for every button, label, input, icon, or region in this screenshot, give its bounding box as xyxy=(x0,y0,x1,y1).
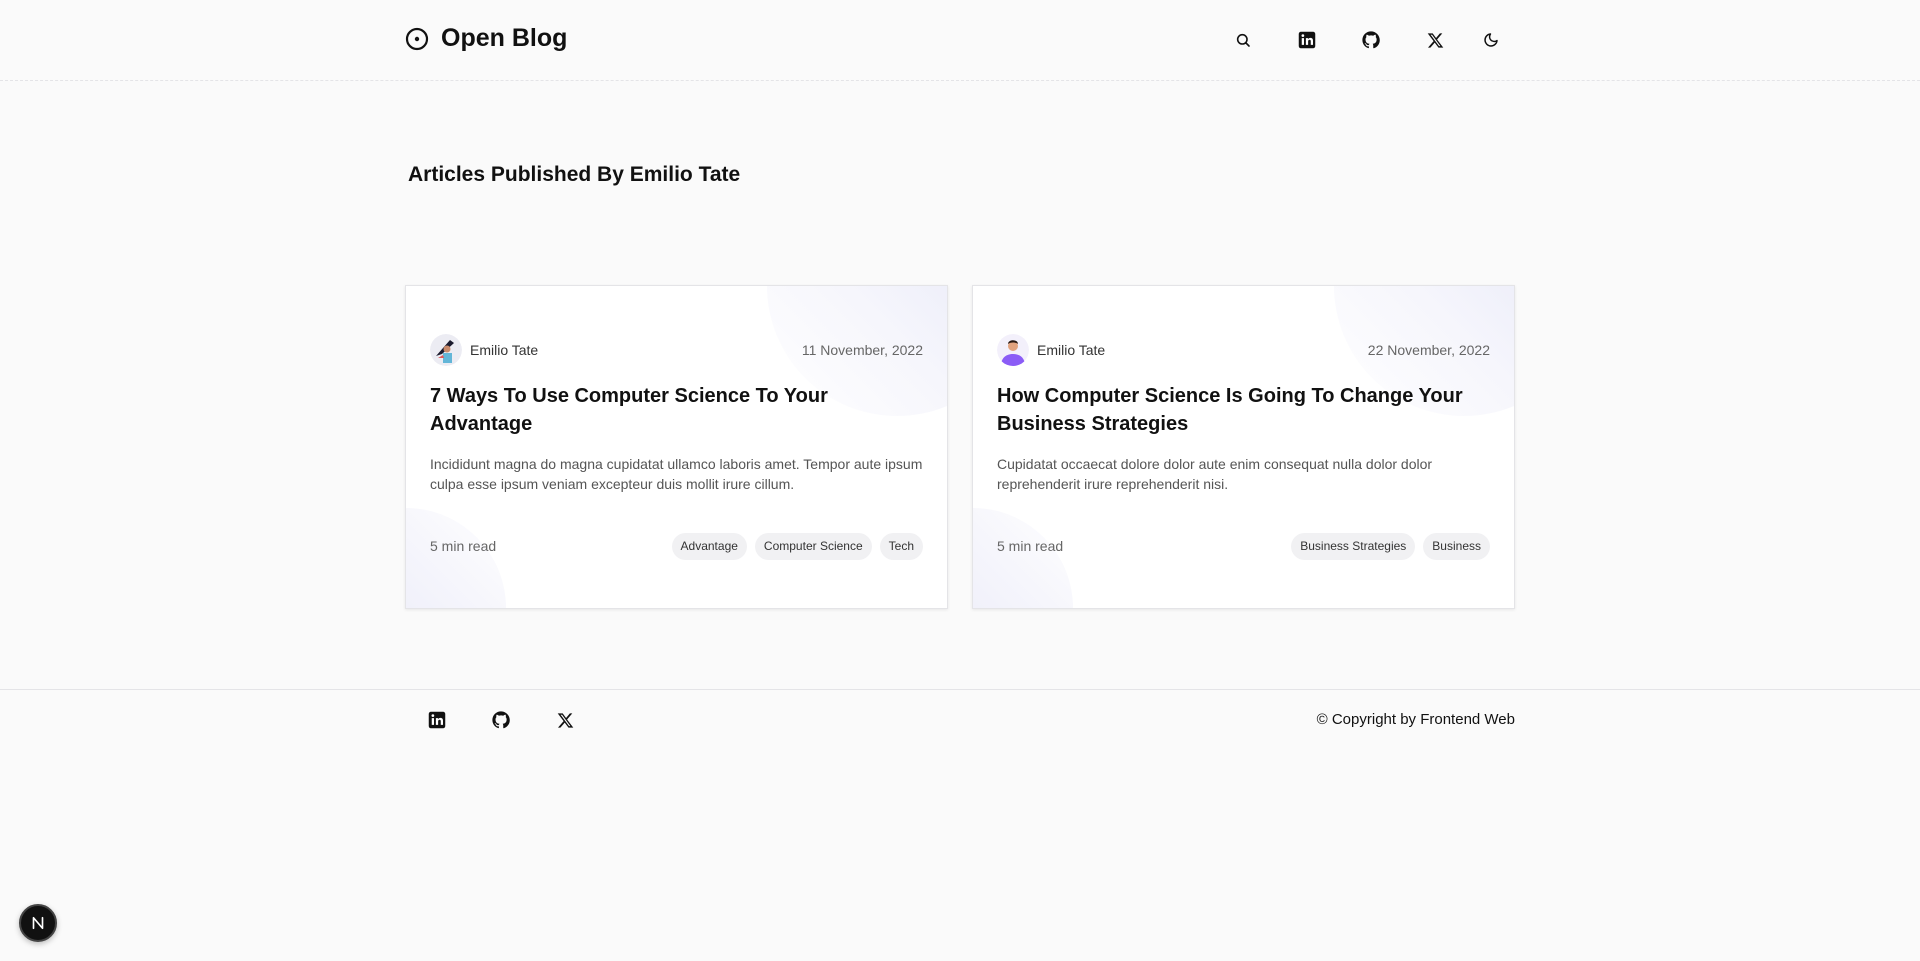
github-icon[interactable] xyxy=(1357,26,1385,54)
article-title[interactable]: How Computer Science Is Going To Change … xyxy=(997,382,1490,438)
article-card[interactable]: Emilio Tate 22 November, 2022 How Comput… xyxy=(972,285,1515,609)
article-card[interactable]: Emilio Tate 11 November, 2022 7 Ways To … xyxy=(405,285,948,609)
read-time: 5 min read xyxy=(997,538,1064,554)
x-icon[interactable] xyxy=(551,706,579,734)
header-actions xyxy=(0,26,1920,54)
tag[interactable]: Business xyxy=(1423,532,1490,560)
search-icon[interactable] xyxy=(1229,26,1257,54)
site-header: Open Blog xyxy=(0,0,1920,81)
tag[interactable]: Advantage xyxy=(671,532,747,560)
author[interactable]: Emilio Tate xyxy=(997,334,1105,366)
read-time: 5 min read xyxy=(430,538,497,554)
author-name: Emilio Tate xyxy=(470,342,539,358)
x-icon[interactable] xyxy=(1421,26,1449,54)
publish-date: 11 November, 2022 xyxy=(801,342,923,358)
tag-list: Business Strategies Business xyxy=(1291,532,1490,560)
article-excerpt: Incididunt magna do magna cupidatat ulla… xyxy=(430,456,923,492)
article-title[interactable]: 7 Ways To Use Computer Science To Your A… xyxy=(430,382,923,438)
github-icon[interactable] xyxy=(487,706,515,734)
tag[interactable]: Business Strategies xyxy=(1291,532,1416,560)
author-name: Emilio Tate xyxy=(1037,342,1106,358)
tag[interactable]: Computer Science xyxy=(754,532,872,560)
moon-icon[interactable] xyxy=(1477,26,1505,54)
author[interactable]: Emilio Tate xyxy=(430,334,538,366)
copyright-text: © Copyright by Frontend Web xyxy=(1316,711,1515,728)
site-footer: © Copyright by Frontend Web xyxy=(0,689,1920,749)
linkedin-icon[interactable] xyxy=(423,706,451,734)
tag-list: Advantage Computer Science Tech xyxy=(671,532,923,560)
avatar xyxy=(430,334,462,366)
nextjs-badge-icon[interactable] xyxy=(19,904,57,942)
linkedin-icon[interactable] xyxy=(1293,26,1321,54)
tag[interactable]: Tech xyxy=(879,532,923,560)
avatar xyxy=(997,334,1029,366)
publish-date: 22 November, 2022 xyxy=(1367,342,1490,358)
article-excerpt: Cupidatat occaecat dolore dolor aute eni… xyxy=(997,456,1433,492)
page-title: Articles Published By Emilio Tate xyxy=(408,163,741,186)
